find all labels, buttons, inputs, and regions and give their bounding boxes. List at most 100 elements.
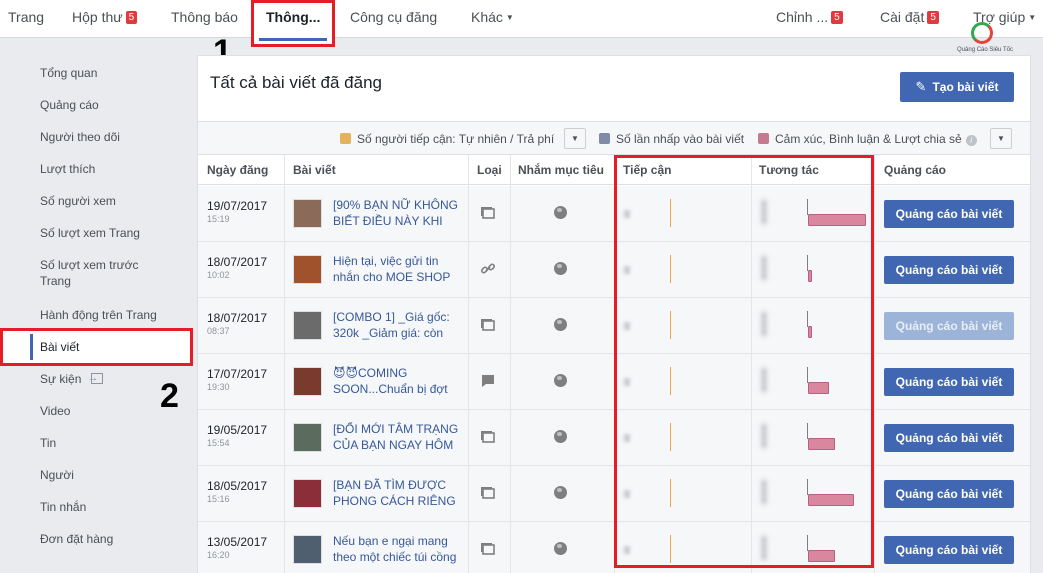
tab-settings[interactable]: Cài đặt 5	[880, 0, 939, 38]
globe-icon	[554, 262, 567, 275]
metrics-legend: Số người tiếp cận: Tự nhiên / Trả phí ▼ …	[198, 121, 1030, 155]
post-date: 19/07/2017	[207, 199, 268, 213]
status-icon	[480, 374, 496, 388]
sidebar-item-people[interactable]: Người	[40, 467, 74, 483]
column-divider	[284, 155, 285, 573]
post-link[interactable]: 😈😈COMING SOON...Chuẩn bị đợt	[333, 365, 468, 397]
post-thumbnail[interactable]	[293, 199, 322, 228]
post-time: 10:02	[207, 270, 230, 280]
boost-post-button[interactable]: Quảng cáo bài viết	[884, 312, 1014, 340]
post-thumbnail[interactable]	[293, 367, 322, 396]
column-header-date[interactable]: Ngày đăng	[207, 163, 268, 177]
post-date: 17/07/2017	[207, 367, 268, 381]
column-header-promote: Quảng cáo	[884, 163, 947, 177]
post-thumbnail[interactable]	[293, 311, 322, 340]
post-date: 18/07/2017	[207, 311, 268, 325]
boost-post-button[interactable]: Quảng cáo bài viết	[884, 480, 1014, 508]
post-date: 18/05/2017	[207, 479, 268, 493]
logo-circle-icon	[971, 22, 993, 44]
post-time: 19:30	[207, 382, 230, 392]
tab-edit-page-info[interactable]: Chỉnh ... 5	[776, 0, 843, 38]
tab-inbox-label: Hộp thư	[72, 9, 123, 25]
album-icon	[480, 430, 496, 444]
album-icon	[480, 486, 496, 500]
tab-insights[interactable]: Thông...	[251, 0, 335, 47]
caret-down-icon: ▼	[571, 134, 579, 143]
post-thumbnail[interactable]	[293, 479, 322, 508]
step-number-2: 2	[160, 377, 179, 415]
sidebar-item-videos[interactable]: Video	[40, 403, 70, 419]
post-link[interactable]: [COMBO 1] _Giá gốc: 320k _Giảm giá: còn	[333, 309, 468, 341]
boost-post-button[interactable]: Quảng cáo bài viết	[884, 200, 1014, 228]
boost-post-button[interactable]: Quảng cáo bài viết	[884, 368, 1014, 396]
column-divider	[874, 155, 875, 573]
sidebar-item-reach[interactable]: Số người xem	[40, 193, 116, 209]
reach-metric-dropdown[interactable]: ▼	[564, 128, 586, 149]
tab-edit-label: Chỉnh ...	[776, 9, 829, 25]
sidebar-item-page-previews[interactable]: Số lượt xem trước Trang	[40, 257, 138, 289]
sidebar-item-actions-on-page[interactable]: Hành động trên Trang	[40, 307, 157, 323]
globe-icon	[554, 542, 567, 555]
column-header-type: Loại	[477, 163, 502, 177]
sidebar-item-messages[interactable]: Tin nhắn	[40, 499, 86, 515]
post-link[interactable]: Hiện tại, việc gửi tin nhắn cho MOE SHOP	[333, 253, 468, 285]
boost-post-button[interactable]: Quảng cáo bài viết	[884, 536, 1014, 564]
legend-reach-label: Số người tiếp cận: Tự nhiên / Trả phí	[357, 132, 555, 146]
info-icon[interactable]: i	[965, 135, 977, 146]
tab-notifications-label: Thông báo	[171, 9, 238, 25]
legend-reach: Số người tiếp cận: Tự nhiên / Trả phí	[340, 132, 554, 146]
sidebar-item-page-previews-line2: Trang	[40, 274, 71, 288]
sidebar-item-followers[interactable]: Người theo dõi	[40, 129, 120, 145]
globe-icon	[554, 486, 567, 499]
post-link[interactable]: [90% BẠN NỮ KHÔNG BIẾT ĐIỀU NÀY KHI	[333, 197, 468, 229]
album-icon	[480, 542, 496, 556]
inbox-badge: 5	[125, 11, 138, 24]
post-time: 15:54	[207, 438, 230, 448]
post-thumbnail[interactable]	[293, 255, 322, 284]
sidebar-item-ads[interactable]: Quảng cáo	[40, 97, 99, 113]
post-thumbnail[interactable]	[293, 535, 322, 564]
tab-page[interactable]: Trang	[8, 0, 44, 38]
create-post-button[interactable]: ✎ Tạo bài viết	[900, 72, 1014, 102]
export-icon	[87, 370, 104, 386]
boost-post-button[interactable]: Quảng cáo bài viết	[884, 256, 1014, 284]
post-time: 08:37	[207, 326, 230, 336]
sidebar-item-posts-label: Bài viết	[40, 340, 80, 354]
tab-settings-label: Cài đặt	[880, 9, 925, 25]
link-icon	[480, 262, 496, 276]
sidebar-item-stories[interactable]: Tin	[40, 435, 56, 451]
sidebar-item-orders[interactable]: Đơn đặt hàng	[40, 531, 113, 547]
boost-post-button[interactable]: Quảng cáo bài viết	[884, 424, 1014, 452]
sidebar-item-page-previews-line1: Số lượt xem trước	[40, 258, 139, 272]
tab-more-label: Khác	[471, 9, 503, 25]
tab-more[interactable]: Khác ▼	[471, 0, 514, 38]
sidebar-item-overview[interactable]: Tổng quan	[40, 65, 97, 81]
tab-inbox[interactable]: Hộp thư 5	[72, 0, 138, 38]
legend-engagement: Cảm xúc, Bình luận & Lượt chia sẻ i	[758, 132, 977, 146]
sidebar-item-events[interactable]: Sự kiện	[40, 370, 104, 387]
sidebar-item-posts[interactable]: Bài viết	[0, 328, 193, 366]
tab-publishing-tools-label: Công cụ đăng	[350, 9, 438, 25]
legend-reach-swatch	[340, 133, 351, 144]
highlight-reach-engagement-columns	[614, 155, 874, 568]
tab-page-label: Trang	[8, 9, 45, 25]
caret-down-icon: ▼	[997, 134, 1005, 143]
tab-publishing-tools[interactable]: Công cụ đăng	[350, 0, 437, 38]
globe-icon	[554, 206, 567, 219]
column-header-targeting: Nhắm mục tiêu	[518, 163, 605, 177]
legend-clicks: Số lần nhấp vào bài viết	[599, 132, 744, 146]
column-header-post: Bài viết	[293, 163, 336, 177]
post-date: 19/05/2017	[207, 423, 268, 437]
tab-insights-label: Thông...	[266, 9, 321, 25]
brand-logo: Quảng Cáo Siêu Tốc	[945, 22, 1025, 58]
post-time: 16:20	[207, 550, 230, 560]
engagement-metric-dropdown[interactable]: ▼	[990, 128, 1012, 149]
post-thumbnail[interactable]	[293, 423, 322, 452]
sidebar-item-page-views[interactable]: Số lượt xem Trang	[40, 225, 140, 241]
post-link[interactable]: Nếu bạn e ngại mang theo một chiếc túi c…	[333, 533, 468, 565]
post-link[interactable]: [ĐỔI MỚI TÂM TRẠNG CỦA BẠN NGAY HÔM	[333, 421, 468, 453]
post-link[interactable]: [BẠN ĐÃ TÌM ĐƯỢC PHONG CÁCH RIÊNG	[333, 477, 468, 509]
edit-badge: 5	[831, 11, 843, 24]
sidebar-item-likes[interactable]: Lượt thích	[40, 161, 95, 177]
album-icon	[480, 318, 496, 332]
